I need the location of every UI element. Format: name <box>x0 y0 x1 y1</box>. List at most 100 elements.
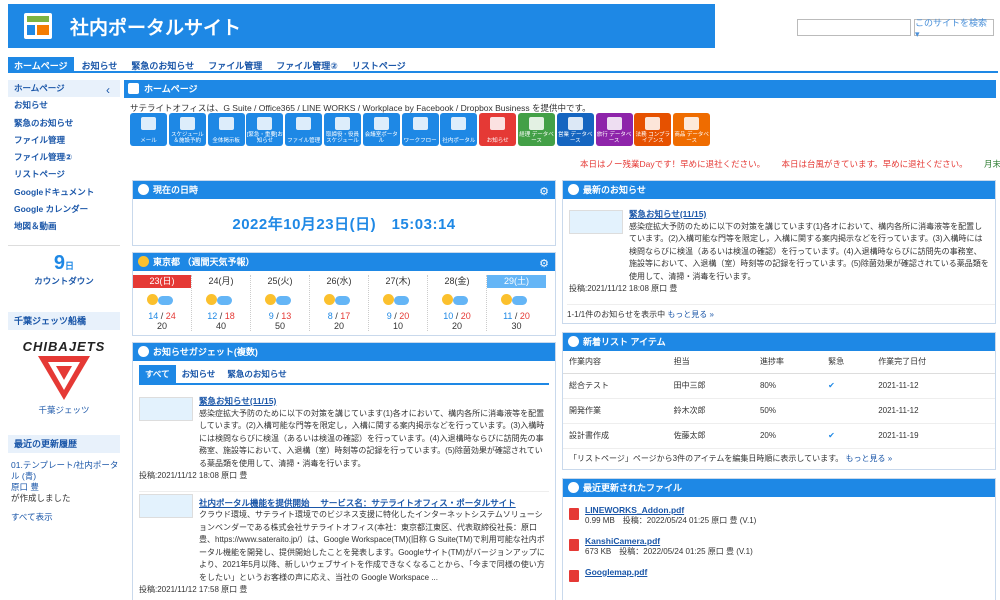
app-icon-button[interactable]: 経理 データベース <box>517 113 555 146</box>
app-icon-label: スケジュール＆施設予約 <box>170 132 204 144</box>
latest-more-link[interactable]: もっと見る » <box>667 310 714 319</box>
precipitation: 20 <box>156 321 167 331</box>
app-icon-label: メール <box>140 138 157 144</box>
notice-icon <box>138 346 149 357</box>
nav-file-management-2[interactable]: ファイル管理② <box>270 57 344 71</box>
gear-icon[interactable]: ⚙ <box>539 183 549 201</box>
sidebar-item-files-2[interactable]: ファイル管理② <box>8 149 120 166</box>
temp-high: 13 <box>281 311 292 321</box>
countdown-number: 9 <box>53 252 66 274</box>
recent-files-panel: 最近更新されたファイル LINEWORKS_Addon.pdf 0.99 MB 投… <box>562 478 996 600</box>
app-icon-button[interactable]: 法務 コンプライアンス <box>634 113 672 146</box>
news-thumbnail[interactable] <box>569 210 623 234</box>
app-icon-button[interactable]: 会議室ポータル <box>362 113 400 146</box>
tab-urgent[interactable]: 緊急のお知らせ <box>221 365 292 383</box>
marquee-text-2: 本日は台風がきています。早めに退社ください。 <box>781 159 968 169</box>
table-row[interactable]: 総合テスト 田中三郎 80% ✔ 2021-11-12 <box>563 373 995 399</box>
column-header[interactable]: 担当 <box>667 351 754 374</box>
table-row[interactable]: 開発作業 鈴木次郎 50% 2021-11-12 <box>563 398 995 424</box>
column-header[interactable]: 緊急 <box>822 351 873 374</box>
sidebar-item-map-video[interactable]: 地図＆動画 <box>8 218 120 235</box>
sidebar-item-google-docs[interactable]: Googleドキュメント <box>8 184 120 201</box>
weather-day: 27(木) 9 / 20 10 <box>369 275 428 331</box>
show-all-link[interactable]: すべて表示 <box>11 512 120 523</box>
team-caption[interactable]: 千葉ジェッツ <box>8 404 120 416</box>
nav-list-page[interactable]: リストページ <box>346 57 412 71</box>
news-meta: 投稿:2021/11/12 18:08 原口 豊 <box>139 471 248 480</box>
file-name-link[interactable]: LINEWORKS_Addon.pdf <box>585 505 995 515</box>
sidebar-item-home[interactable]: ホームページ <box>8 80 120 98</box>
app-icon-button[interactable]: 商品 データベース <box>673 113 711 146</box>
nav-home[interactable]: ホームページ <box>8 57 74 71</box>
table-row[interactable]: 設計書作成 佐藤太郎 20% ✔ 2021-11-19 <box>563 423 995 449</box>
news-thumbnail[interactable] <box>139 397 193 421</box>
column-header[interactable]: 進捗率 <box>753 351 823 374</box>
countdown-unit: 日 <box>65 261 75 271</box>
app-icon-button[interactable]: メール <box>130 113 167 146</box>
app-icon-button[interactable]: スケジュール＆施設予約 <box>168 113 206 146</box>
app-icon <box>334 117 350 130</box>
sidebar-item-urgent[interactable]: 緊急のお知らせ <box>8 115 120 132</box>
nav-file-management[interactable]: ファイル管理 <box>202 57 268 71</box>
weather-day: 26(水) 8 / 17 20 <box>310 275 369 331</box>
team-logo-text: CHIBAJETS <box>22 339 106 354</box>
temp-low: 9 <box>386 311 392 321</box>
file-name-link[interactable]: KanshiCamera.pdf <box>585 536 995 546</box>
app-icon-button[interactable]: 社内ポータル <box>440 113 478 146</box>
app-icon-button[interactable]: ワークフロー <box>401 113 439 146</box>
app-icon-button[interactable]: 取締役・役員スケジュール <box>323 113 361 146</box>
nav-notices[interactable]: お知らせ <box>76 57 124 71</box>
file-name-link[interactable]: Googlemap.pdf <box>585 567 995 577</box>
column-header[interactable]: 作業完了日付 <box>872 351 995 374</box>
site-search-button[interactable]: このサイトを検索 ▾ <box>914 18 994 39</box>
sun-cloud-icon <box>133 291 191 311</box>
cell-date: 2021-11-12 <box>872 373 995 399</box>
news-title[interactable]: 社内ポータル機能を提供開始 サービス名：サテライトオフィス・ポータルサイト <box>199 497 549 510</box>
team-logo-icon[interactable] <box>34 354 94 402</box>
nav-urgent-notices[interactable]: 緊急のお知らせ <box>125 57 200 71</box>
app-icon-label: [緊急・重要]お知らせ <box>246 132 283 144</box>
newlist-more-link[interactable]: もっと見る » <box>846 454 893 463</box>
temp-low: 12 <box>207 311 218 321</box>
sidebar-item-list[interactable]: リストページ <box>8 166 120 183</box>
app-icon-button[interactable]: お知らせ <box>479 113 517 146</box>
site-title[interactable]: 社内ポータルサイト <box>70 13 241 40</box>
news-thumbnail[interactable] <box>139 493 193 518</box>
sidebar-item-notices[interactable]: お知らせ <box>8 97 120 114</box>
app-icon-label: お知らせ <box>486 138 509 144</box>
team-heading: 千葉ジェッツ船橋 <box>8 312 120 330</box>
update-author[interactable]: 原口 豊 <box>11 482 120 493</box>
datetime-heading: 現在の日時 <box>153 185 199 195</box>
home-icon <box>128 83 139 94</box>
sun-cloud-icon <box>310 291 368 311</box>
cell-date: 2021-11-19 <box>872 423 995 449</box>
tab-all[interactable]: すべて <box>139 365 176 383</box>
temp-low: 14 <box>148 311 159 321</box>
precipitation: 50 <box>274 321 285 331</box>
app-icon <box>296 117 312 130</box>
temp-high: 20 <box>460 311 471 321</box>
news-title[interactable]: 緊急お知らせ(11/15) <box>629 208 989 221</box>
app-icon-button[interactable]: ファイル管理 <box>285 113 323 146</box>
tab-notices[interactable]: お知らせ <box>176 365 222 383</box>
temp-low: 9 <box>268 311 274 321</box>
precipitation: 20 <box>333 321 344 331</box>
news-title[interactable]: 緊急お知らせ(11/15) <box>199 395 549 408</box>
update-link[interactable]: 01.テンプレート/社内ポータル (青) <box>11 460 120 482</box>
cell-date: 2021-11-12 <box>872 398 995 424</box>
new-list-panel: 新着リスト アイテム 作業内容 担当 進捗率 緊急 作業完了日付 総合テスト 田中… <box>562 332 996 470</box>
file-item: KanshiCamera.pdf 673 KB 投稿：2022/05/24 01:… <box>563 536 995 567</box>
app-icon-label: 全体掲示板 <box>212 138 240 144</box>
app-icon-button[interactable]: 旅行 データベース <box>595 113 633 146</box>
app-icon-button[interactable]: 全体掲示板 <box>207 113 245 146</box>
column-header[interactable]: 作業内容 <box>563 351 668 374</box>
app-icon-button[interactable]: [緊急・重要]お知らせ <box>246 113 284 146</box>
sidebar-item-google-calendar[interactable]: Google カレンダー <box>8 201 120 218</box>
collapse-chevron-icon[interactable]: ‹ <box>106 83 110 97</box>
precipitation: 10 <box>392 321 403 331</box>
sidebar-item-files[interactable]: ファイル管理 <box>8 132 120 149</box>
notice-gadget-panel: お知らせガジェット(複数) すべて お知らせ 緊急のお知らせ 緊急お知らせ(11… <box>132 342 556 600</box>
site-search-input[interactable] <box>797 19 911 36</box>
app-icon-button[interactable]: 営業 データベース <box>556 113 594 146</box>
gear-icon[interactable]: ⚙ <box>539 255 549 273</box>
